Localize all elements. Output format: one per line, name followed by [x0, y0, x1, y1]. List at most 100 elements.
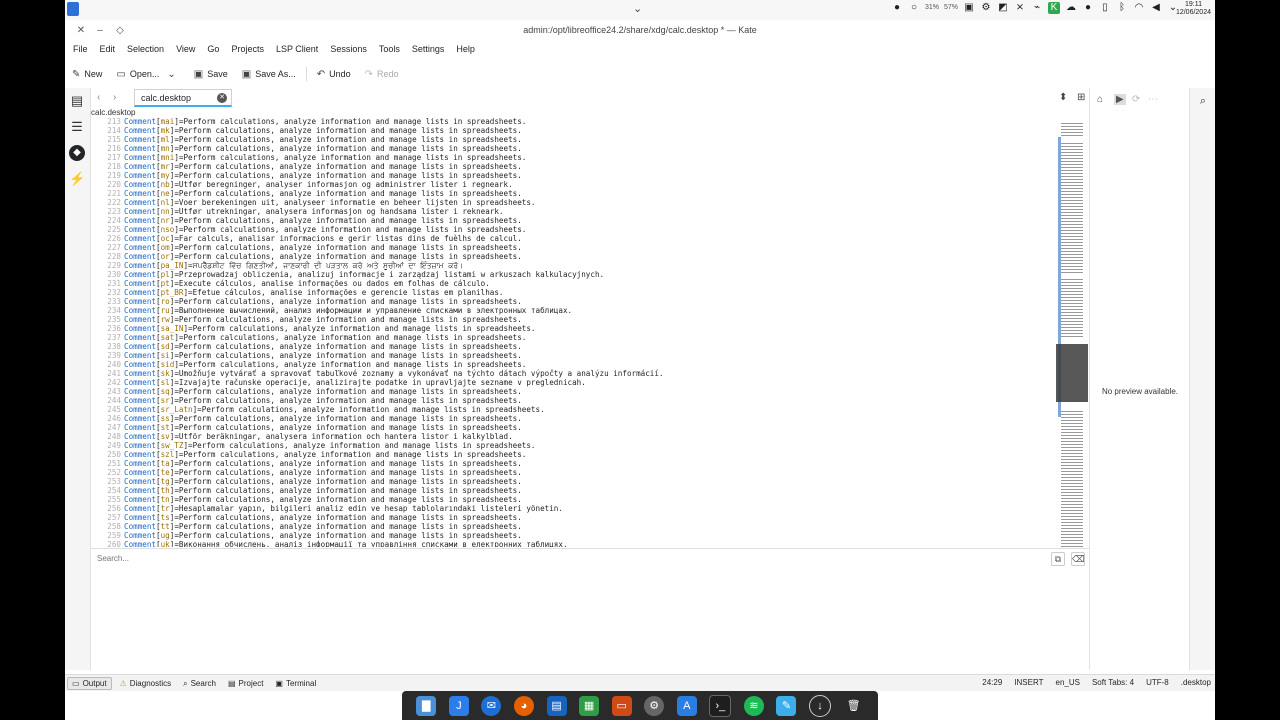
lsp-icon[interactable]: ⚡ — [69, 171, 85, 187]
file-type[interactable]: .desktop — [1181, 678, 1211, 687]
circle-icon[interactable]: ○ — [908, 2, 920, 14]
code-line[interactable]: Comment[ne]=Perform calculations, analyz… — [124, 189, 1054, 198]
menu-item-tools[interactable]: Tools — [373, 42, 406, 60]
breadcrumb[interactable]: calc.desktop — [91, 108, 135, 117]
code-line[interactable]: Comment[si]=Perform calculations, analyz… — [124, 351, 1054, 360]
menu-item-sessions[interactable]: Sessions — [324, 42, 373, 60]
app-launcher-icon[interactable] — [67, 2, 79, 16]
menu-item-edit[interactable]: Edit — [94, 42, 122, 60]
code-line[interactable]: Comment[sw_TZ]=Perform calculations, ana… — [124, 441, 1054, 450]
menu-item-go[interactable]: Go — [201, 42, 225, 60]
code-line[interactable]: Comment[om]=Perform calculations, analyz… — [124, 243, 1054, 252]
code-line[interactable]: Comment[th]=Perform calculations, analyz… — [124, 486, 1054, 495]
undo-button[interactable]: ↶ Undo — [310, 69, 358, 80]
panel-tab-diagnostics[interactable]: ⚠ Diagnostics — [116, 677, 176, 690]
clipboard-icon[interactable]: ▣ — [963, 2, 975, 14]
code-line[interactable]: Comment[tg]=Perform calculations, analyz… — [124, 477, 1054, 486]
cursor-position[interactable]: 24:29 — [982, 678, 1002, 687]
tray-percent-b[interactable]: 57% — [944, 2, 958, 14]
wifi-icon[interactable]: ◠ — [1133, 2, 1145, 14]
clear-output-icon[interactable]: ⌫ — [1071, 552, 1085, 566]
lock-icon[interactable]: ⌂ — [1097, 94, 1103, 105]
code-line[interactable]: Comment[mai]=Perform calculations, analy… — [124, 117, 1054, 126]
trash-icon[interactable]: 🗑 — [844, 696, 864, 716]
tray-percent-a[interactable]: 31% — [925, 2, 939, 14]
record-icon[interactable]: ● — [1082, 2, 1094, 14]
firefox-icon[interactable]: ◕ — [513, 695, 534, 716]
code-line[interactable]: Comment[sa_IN]=Perform calculations, ana… — [124, 324, 1054, 333]
code-line[interactable]: Comment[sid]=Perform calculations, analy… — [124, 360, 1054, 369]
save-button[interactable]: ▣ Save — [187, 69, 235, 80]
code-line[interactable]: Comment[nb]=Utfør beregninger, analyser … — [124, 180, 1054, 189]
code-line[interactable]: Comment[sr_Latn]=Perform calculations, a… — [124, 405, 1054, 414]
code-line[interactable]: Comment[nn]=Utfør utrekningar, analysera… — [124, 207, 1054, 216]
new-button[interactable]: ✎ New — [65, 69, 109, 80]
menu-item-selection[interactable]: Selection — [121, 42, 170, 60]
code-line[interactable]: Comment[mn]=Perform calculations, analyz… — [124, 144, 1054, 153]
calc-icon[interactable]: ▦ — [579, 695, 600, 716]
code-editor[interactable]: 213 214 215 216 217 218 219 220 221 222 223 224 225 2… — [91, 117, 1089, 547]
screenshot-icon[interactable]: ◩ — [997, 2, 1009, 14]
thunderbird-icon[interactable]: ✉ — [481, 695, 502, 716]
indentation[interactable]: Soft Tabs: 4 — [1092, 678, 1134, 687]
code-line[interactable]: Comment[sat]=Perform calculations, analy… — [124, 333, 1054, 342]
cloud-icon[interactable]: ☁ — [1065, 2, 1077, 14]
code-line[interactable]: Comment[sk]=Umožňuje vytvárať a spravova… — [124, 369, 1054, 378]
menu-item-file[interactable]: File — [67, 42, 94, 60]
code-line[interactable]: Comment[uk]=Виконання обчислень, аналіз … — [124, 540, 1054, 547]
bluetooth-icon[interactable]: ᛒ — [1116, 2, 1128, 14]
impress-icon[interactable]: ▭ — [611, 695, 632, 716]
symbols-list-icon[interactable]: ☰ — [69, 119, 85, 135]
code-line[interactable]: Comment[oc]=Far calculs, analisar inform… — [124, 234, 1054, 243]
code-line[interactable]: Comment[pt_BR]=Efetue cálculos, analise … — [124, 288, 1054, 297]
code-line[interactable]: Comment[ta]=Perform calculations, analyz… — [124, 459, 1054, 468]
code-lines[interactable]: Comment[mai]=Perform calculations, analy… — [124, 117, 1054, 547]
menu-item-help[interactable]: Help — [450, 42, 481, 60]
refresh-icon[interactable]: ⟳ — [1132, 94, 1140, 105]
code-line[interactable]: Comment[pa_IN]=ਸਪਰੈੱਡਸ਼ੀਟ ਵਿੱਚ ਗਿਣਤੀਆਂ, … — [124, 261, 1054, 270]
code-line[interactable]: Comment[sr]=Perform calculations, analyz… — [124, 396, 1054, 405]
clock[interactable]: 19:11 12/06/2024 — [1176, 1, 1211, 17]
code-line[interactable]: Comment[nso]=Perform calculations, analy… — [124, 225, 1054, 234]
terminal-app-icon[interactable]: ›_ — [709, 694, 732, 717]
code-line[interactable]: Comment[sd]=Perform calculations, analyz… — [124, 342, 1054, 351]
menu-item-projects[interactable]: Projects — [225, 42, 270, 60]
input-mode[interactable]: INSERT — [1014, 678, 1043, 687]
code-line[interactable]: Comment[nr]=Perform calculations, analyz… — [124, 216, 1054, 225]
code-line[interactable]: Comment[sv]=Utför beräkningar, analysera… — [124, 432, 1054, 441]
code-line[interactable]: Comment[ts]=Perform calculations, analyz… — [124, 513, 1054, 522]
code-line[interactable]: Comment[te]=Perform calculations, analyz… — [124, 468, 1054, 477]
save-as-button[interactable]: ▣ Save As... — [235, 69, 303, 80]
code-line[interactable]: Comment[ug]=Perform calculations, analyz… — [124, 531, 1054, 540]
tab-list-icon[interactable]: ⬍ — [1059, 92, 1067, 103]
open-button[interactable]: ▭ Open... ⌄ — [109, 69, 186, 80]
chevron-down-icon[interactable]: ⌄ — [633, 2, 642, 15]
code-line[interactable]: Comment[sl]=Izvajajte računske operacije… — [124, 378, 1054, 387]
app-store-icon[interactable]: A — [676, 695, 697, 716]
encoding[interactable]: UTF-8 — [1146, 678, 1169, 687]
minimap-viewport[interactable] — [1056, 344, 1088, 402]
panel-tab-terminal[interactable]: ▣ Terminal — [271, 677, 320, 690]
code-line[interactable]: Comment[tn]=Perform calculations, analyz… — [124, 495, 1054, 504]
code-line[interactable]: Comment[mk]=Perform calculations, analyz… — [124, 126, 1054, 135]
code-line[interactable]: Comment[ru]=Выполнение вычислений, анали… — [124, 306, 1054, 315]
split-view-icon[interactable]: ⊞ — [1077, 92, 1085, 103]
code-line[interactable]: Comment[szl]=Perform calculations, analy… — [124, 450, 1054, 459]
k-app-icon[interactable]: K — [1048, 2, 1060, 14]
search-input[interactable] — [95, 553, 999, 564]
mute-icon[interactable]: ⨯ — [1014, 2, 1026, 14]
documents-icon[interactable]: ▤ — [69, 93, 85, 109]
copy-icon[interactable]: ⧉ — [1051, 552, 1065, 566]
code-line[interactable]: Comment[mni]=Perform calculations, analy… — [124, 153, 1054, 162]
back-arrow-icon[interactable]: ‹ — [97, 92, 100, 103]
panel-tab-output[interactable]: ▭ Output — [67, 677, 112, 690]
document-preview-icon[interactable]: ⌕ — [1195, 93, 1211, 109]
drop-icon[interactable]: ● — [891, 2, 903, 14]
battery-icon[interactable]: ▯ — [1099, 2, 1111, 14]
more-icon[interactable]: ⋯ — [1148, 94, 1158, 105]
joplin-icon[interactable]: J — [448, 695, 469, 716]
chevron-down-icon[interactable]: ⌄ — [167, 69, 175, 80]
menu-item-settings[interactable]: Settings — [406, 42, 451, 60]
play-icon[interactable]: ▶ — [1114, 94, 1126, 105]
network-icon[interactable]: ⌁ — [1031, 2, 1043, 14]
